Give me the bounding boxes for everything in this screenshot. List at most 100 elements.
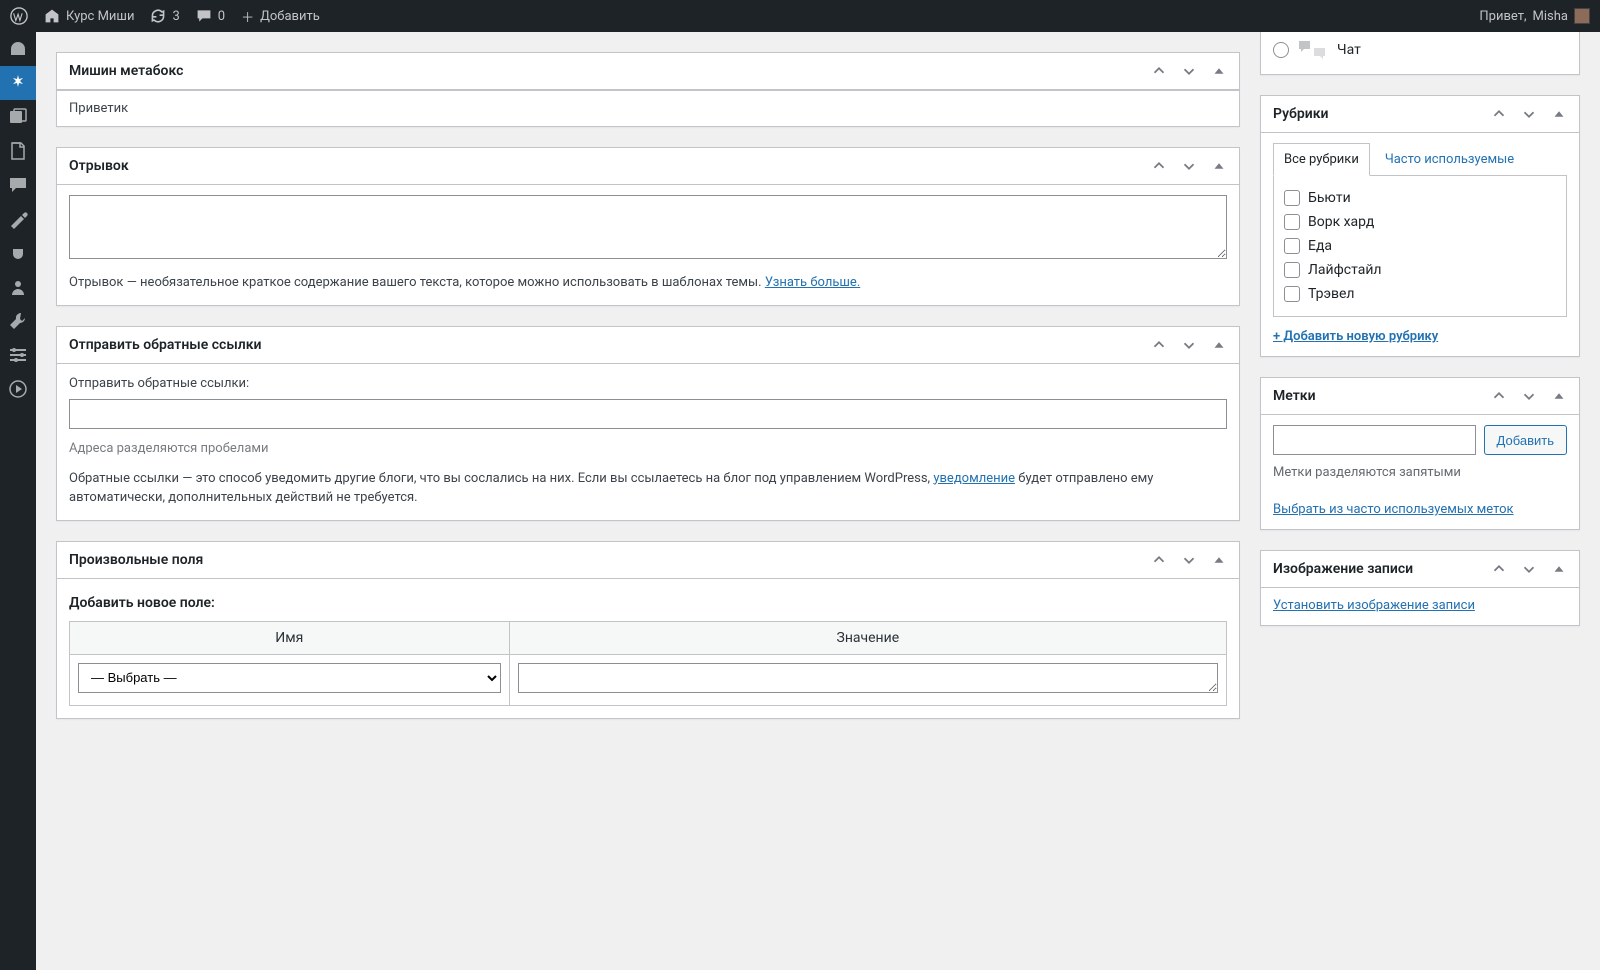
metabox-trackbacks: Отправить обратные ссылки Отправить обра… (56, 326, 1240, 521)
add-category-link[interactable]: + Добавить новую рубрику (1273, 329, 1438, 344)
add-new-text: Добавить (260, 9, 320, 24)
move-down-button[interactable] (1177, 548, 1201, 572)
move-up-button[interactable] (1147, 154, 1171, 178)
custom-fields-heading: Добавить новое поле: (69, 589, 1227, 621)
move-down-button[interactable] (1517, 557, 1541, 581)
toggle-button[interactable] (1207, 59, 1231, 83)
side-featured-image: Изображение записи Установить изображени… (1260, 550, 1580, 626)
metabox-excerpt: Отрывок Отрывок — необязательное краткое… (56, 147, 1240, 306)
side-featured-image-title: Изображение записи (1261, 551, 1487, 587)
side-categories: Рубрики Все рубрики Часто используемые (1260, 95, 1580, 357)
custom-fields-name-select[interactable]: — Выбрать — (78, 663, 501, 693)
custom-fields-value-textarea[interactable] (518, 663, 1218, 693)
toggle-button[interactable] (1547, 384, 1571, 408)
custom-fields-col-name: Имя (70, 621, 510, 654)
tags-input[interactable] (1273, 425, 1476, 455)
metabox-custom-content: Приветик (57, 90, 1239, 126)
move-up-button[interactable] (1147, 548, 1171, 572)
move-down-button[interactable] (1517, 102, 1541, 126)
username-text: Misha (1533, 9, 1568, 24)
category-checkbox[interactable] (1284, 190, 1300, 206)
menu-posts[interactable] (0, 66, 36, 100)
menu-appearance[interactable] (0, 202, 36, 236)
metabox-custom-fields-title: Произвольные поля (57, 542, 1147, 578)
chat-icon (1297, 38, 1329, 62)
trackbacks-separator-desc: Адреса разделяются пробелами (69, 439, 1227, 459)
category-item: Ворк хард (1284, 210, 1556, 234)
toggle-button[interactable] (1207, 154, 1231, 178)
menu-media[interactable] (0, 100, 36, 134)
comments-link[interactable]: 0 (196, 8, 225, 24)
move-up-button[interactable] (1487, 384, 1511, 408)
category-item: Еда (1284, 234, 1556, 258)
trackbacks-label: Отправить обратные ссылки: (69, 374, 1227, 394)
my-account[interactable]: Привет, Misha (1479, 8, 1590, 24)
category-checkbox[interactable] (1284, 262, 1300, 278)
popular-tags-link[interactable]: Выбрать из часто используемых меток (1273, 502, 1514, 517)
format-chat-label: Чат (1337, 42, 1361, 58)
metabox-excerpt-title: Отрывок (57, 148, 1147, 184)
metabox-custom-fields: Произвольные поля Добавить новое поле: И… (56, 541, 1240, 719)
toggle-button[interactable] (1547, 102, 1571, 126)
updates-link[interactable]: 3 (150, 8, 179, 24)
category-item: Бьюти (1284, 186, 1556, 210)
site-name-link[interactable]: Курс Миши (44, 8, 134, 24)
plus-icon: ＋ (241, 7, 254, 26)
updates-count: 3 (172, 9, 179, 24)
move-down-button[interactable] (1177, 333, 1201, 357)
admin-toolbar: Курс Миши 3 0 ＋ Добавить Привет, Misha (0, 0, 1600, 32)
trackbacks-desc-prefix: Обратные ссылки — это способ уведомить д… (69, 471, 933, 486)
category-item: Лайфстайл (1284, 258, 1556, 282)
set-featured-image-link[interactable]: Установить изображение записи (1273, 598, 1475, 613)
custom-fields-table: Имя Значение — Выбрать — (69, 621, 1227, 706)
metabox-trackbacks-title: Отправить обратные ссылки (57, 327, 1147, 363)
move-up-button[interactable] (1487, 557, 1511, 581)
move-up-button[interactable] (1147, 333, 1171, 357)
categories-tab-all[interactable]: Все рубрики (1273, 143, 1370, 176)
menu-misc[interactable] (0, 372, 36, 406)
category-checkbox[interactable] (1284, 238, 1300, 254)
move-up-button[interactable] (1147, 59, 1171, 83)
side-format-box-fragment: Чат (1260, 32, 1580, 75)
side-tags-title: Метки (1261, 378, 1487, 414)
category-checkbox[interactable] (1284, 286, 1300, 302)
trackbacks-link[interactable]: уведомление (933, 471, 1015, 486)
move-up-button[interactable] (1487, 102, 1511, 126)
categories-tab-popular[interactable]: Часто используемые (1374, 143, 1525, 176)
side-tags: Метки Добавить Метки разделяются запятым… (1260, 377, 1580, 530)
tags-desc: Метки разделяются запятыми (1273, 465, 1567, 480)
howdy-text: Привет, (1479, 9, 1526, 24)
add-tag-button[interactable]: Добавить (1484, 425, 1567, 455)
excerpt-learn-more-link[interactable]: Узнать больше. (765, 275, 860, 290)
menu-plugins[interactable] (0, 236, 36, 270)
add-new-link[interactable]: ＋ Добавить (241, 7, 320, 26)
toggle-button[interactable] (1207, 548, 1231, 572)
menu-dashboard[interactable] (0, 32, 36, 66)
side-categories-title: Рубрики (1261, 96, 1487, 132)
metabox-custom-title: Мишин метабокс (57, 53, 1147, 89)
excerpt-desc: Отрывок — необязательное краткое содержа… (69, 275, 765, 290)
category-checkbox[interactable] (1284, 214, 1300, 230)
toggle-button[interactable] (1207, 333, 1231, 357)
move-down-button[interactable] (1517, 384, 1541, 408)
move-down-button[interactable] (1177, 154, 1201, 178)
comments-count: 0 (218, 9, 225, 24)
site-name-text: Курс Миши (66, 9, 134, 24)
excerpt-textarea[interactable] (69, 195, 1227, 259)
move-down-button[interactable] (1177, 59, 1201, 83)
menu-users[interactable] (0, 270, 36, 304)
menu-settings[interactable] (0, 338, 36, 372)
custom-fields-col-value: Значение (509, 621, 1226, 654)
menu-comments[interactable] (0, 168, 36, 202)
menu-tools[interactable] (0, 304, 36, 338)
metabox-custom: Мишин метабокс Приветик (56, 52, 1240, 127)
categories-list: Бьюти Ворк хард Еда Лайфстайл Трэвел (1284, 186, 1556, 306)
user-avatar (1574, 8, 1590, 24)
trackbacks-input[interactable] (69, 399, 1227, 429)
menu-pages[interactable] (0, 134, 36, 168)
category-item: Трэвел (1284, 282, 1556, 306)
wp-logo[interactable] (10, 7, 28, 25)
format-chat-radio[interactable] (1273, 42, 1289, 58)
toggle-button[interactable] (1547, 557, 1571, 581)
admin-menu (0, 32, 36, 970)
